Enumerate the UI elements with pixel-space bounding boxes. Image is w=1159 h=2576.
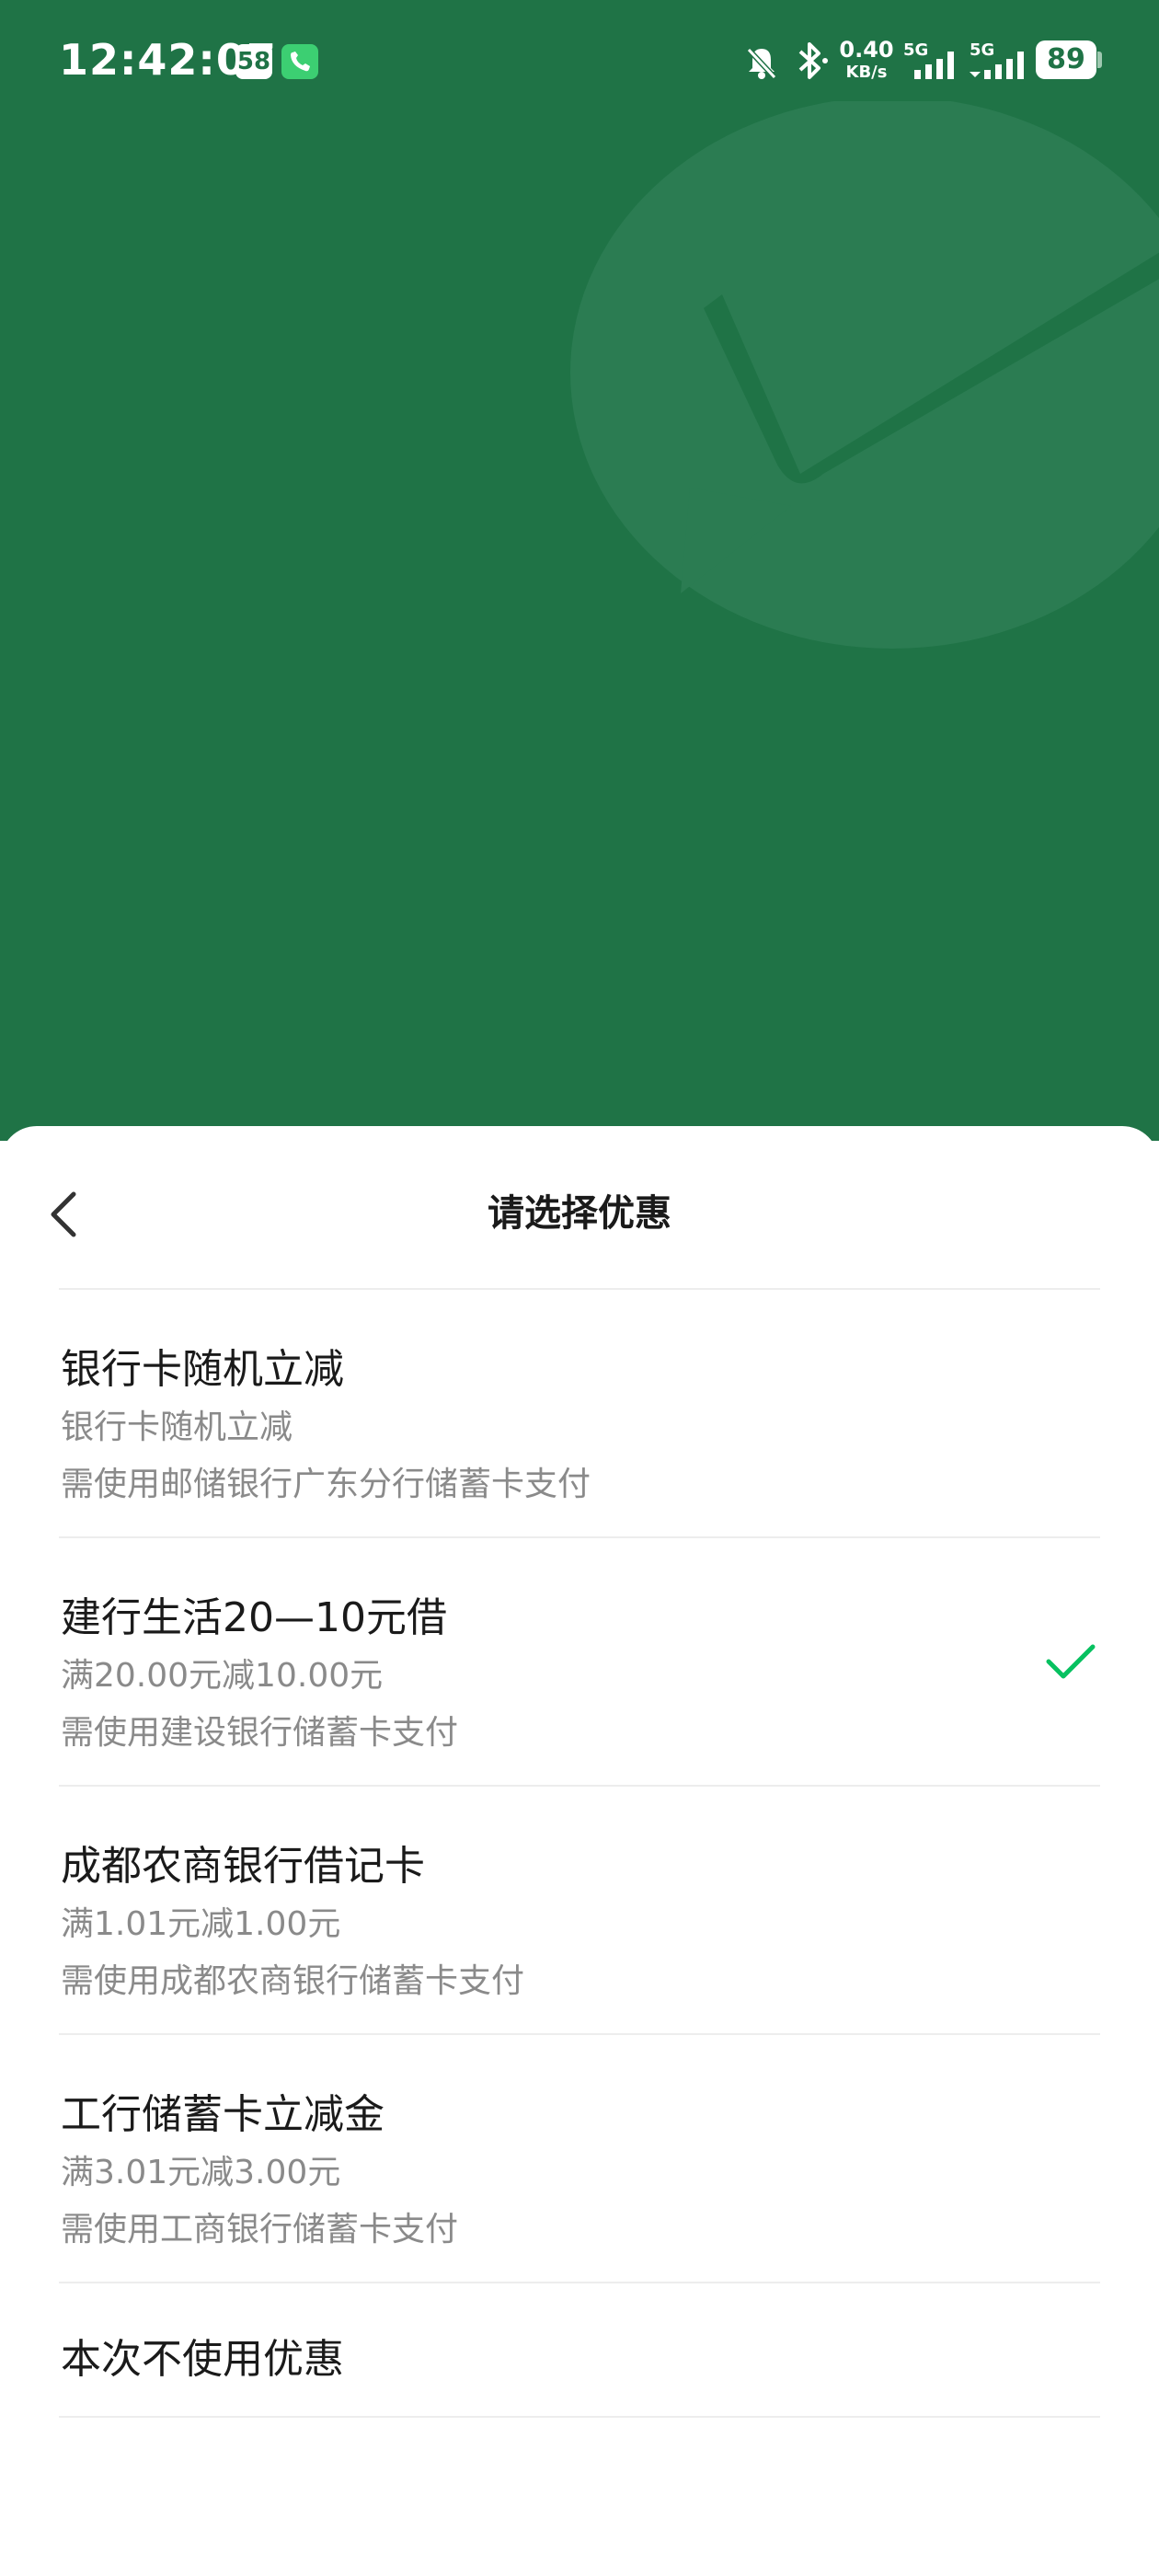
sheet-title: 请选择优惠 bbox=[488, 1192, 671, 1235]
network-speed-unit: KB/s bbox=[845, 63, 888, 82]
no-discount-option[interactable]: 本次不使用优惠 bbox=[0, 2283, 1159, 2416]
option-title: 本次不使用优惠 bbox=[61, 2336, 344, 2383]
signal2-label: 5G bbox=[970, 40, 994, 60]
discount-select-sheet: 请选择优惠 银行卡随机立减 银行卡随机立减 需使用邮储银行广东分行储蓄卡支付 建… bbox=[0, 1126, 1159, 2576]
bluetooth-icon bbox=[793, 40, 830, 85]
option-condition: 满3.01元减3.00元 bbox=[61, 2154, 341, 2191]
discount-option[interactable]: 工行储蓄卡立减金 满3.01元减3.00元 需使用工商银行储蓄卡支付 bbox=[0, 2035, 1159, 2282]
wechat-pay-logo bbox=[570, 101, 1159, 649]
discount-option[interactable]: 成都农商银行借记卡 满1.01元减1.00元 需使用成都农商银行储蓄卡支付 bbox=[0, 1787, 1159, 2033]
sheet-header: 请选择优惠 bbox=[0, 1126, 1159, 1288]
discount-option[interactable]: 银行卡随机立减 银行卡随机立减 需使用邮储银行广东分行储蓄卡支付 bbox=[0, 1290, 1159, 1536]
network-speed: 0.40 KB/s bbox=[839, 39, 894, 81]
bell-off-icon bbox=[743, 44, 780, 85]
network-speed-value: 0.40 bbox=[839, 37, 894, 63]
divider bbox=[59, 2416, 1100, 2418]
option-condition: 满20.00元减10.00元 bbox=[61, 1657, 384, 1695]
option-title: 银行卡随机立减 bbox=[61, 1346, 344, 1393]
option-requirement: 需使用成都农商银行储蓄卡支付 bbox=[61, 1962, 525, 2000]
signal-icon-2: 5G bbox=[968, 40, 1028, 86]
discount-option-selected[interactable]: 建行生活20—10元借 满20.00元减10.00元 需使用建设银行储蓄卡支付 bbox=[0, 1538, 1159, 1785]
option-condition: 银行卡随机立减 bbox=[61, 1409, 293, 1446]
signal1-label: 5G bbox=[903, 40, 928, 60]
checkmark-icon bbox=[1046, 1644, 1096, 1679]
option-title: 工行储蓄卡立减金 bbox=[61, 2091, 384, 2138]
option-title: 成都农商银行借记卡 bbox=[61, 1843, 425, 1890]
battery-indicator: 89 bbox=[1036, 40, 1096, 79]
status-bar: 12:42:07 58 0.40 KB/s 5G 5G 89 bbox=[0, 0, 1159, 129]
background-header: 12:42:07 58 0.40 KB/s 5G 5G 89 bbox=[0, 0, 1159, 1141]
option-title: 建行生活20—10元借 bbox=[61, 1594, 447, 1641]
option-condition: 满1.01元减1.00元 bbox=[61, 1905, 341, 1943]
battery-tip bbox=[1097, 52, 1102, 68]
signal-icon: 5G bbox=[901, 40, 960, 86]
option-requirement: 需使用邮储银行广东分行储蓄卡支付 bbox=[61, 1466, 591, 1503]
notification-badge: 58 bbox=[235, 44, 272, 79]
phone-icon bbox=[281, 44, 318, 79]
option-requirement: 需使用工商银行储蓄卡支付 bbox=[61, 2211, 459, 2248]
option-requirement: 需使用建设银行储蓄卡支付 bbox=[61, 1714, 459, 1752]
